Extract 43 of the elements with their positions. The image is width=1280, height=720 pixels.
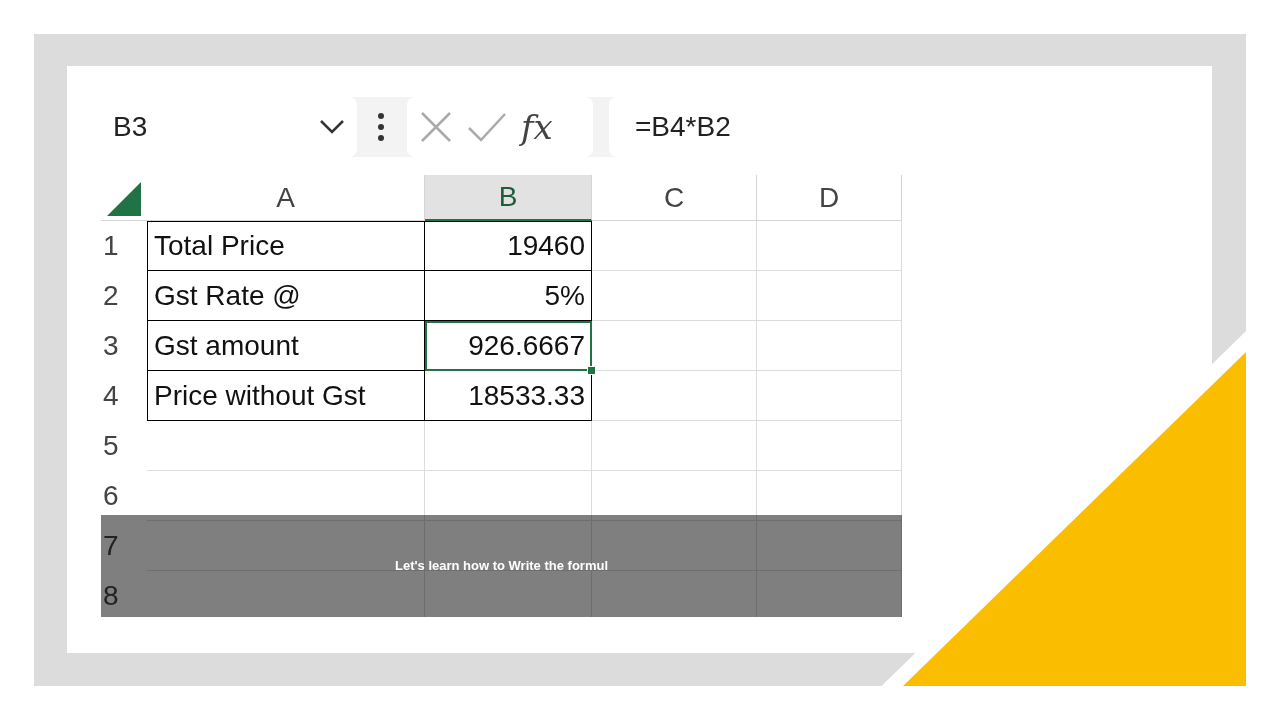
row-number: 1 bbox=[102, 229, 119, 263]
table-cell[interactable]: 18533.33 bbox=[425, 371, 592, 421]
table-cell[interactable] bbox=[757, 471, 902, 521]
cell-reference: B3 bbox=[113, 110, 148, 144]
table-cell[interactable]: Gst Rate @ bbox=[147, 271, 425, 321]
table-cell[interactable] bbox=[592, 471, 757, 521]
row-number: 8 bbox=[102, 579, 119, 613]
table-cell[interactable]: Price without Gst bbox=[147, 371, 425, 421]
table-cell[interactable] bbox=[147, 471, 425, 521]
row-number: 4 bbox=[102, 379, 119, 413]
fill-handle[interactable] bbox=[587, 366, 596, 375]
close-icon[interactable] bbox=[419, 110, 453, 144]
checkmark-icon[interactable] bbox=[467, 112, 507, 142]
table-cell[interactable] bbox=[757, 321, 902, 371]
table-cell[interactable]: Gst amount bbox=[147, 321, 425, 371]
chevron-down-icon bbox=[319, 119, 345, 135]
row-number: 7 bbox=[102, 529, 119, 563]
insert-function-button[interactable]: fx bbox=[521, 110, 553, 144]
table-cell[interactable] bbox=[757, 221, 902, 271]
row-number: 2 bbox=[102, 279, 119, 313]
table-cell[interactable]: Total Price bbox=[147, 221, 425, 271]
row-number: 3 bbox=[102, 329, 119, 363]
table-cell[interactable] bbox=[757, 421, 902, 471]
table-cell[interactable] bbox=[592, 371, 757, 421]
row-number: 5 bbox=[102, 429, 119, 463]
name-box[interactable]: B3 bbox=[101, 97, 357, 157]
table-cell[interactable]: 5% bbox=[425, 271, 592, 321]
table-cell[interactable]: 926.6667 bbox=[425, 321, 592, 371]
table-cell[interactable] bbox=[757, 271, 902, 321]
table-cell[interactable] bbox=[592, 421, 757, 471]
table-cell[interactable] bbox=[592, 271, 757, 321]
table-cell[interactable]: 19460 bbox=[425, 221, 592, 271]
table-cell[interactable] bbox=[592, 221, 757, 271]
row-number: 6 bbox=[102, 479, 119, 513]
table-cell[interactable] bbox=[425, 471, 592, 521]
table-cell[interactable] bbox=[425, 421, 592, 471]
more-options-icon[interactable] bbox=[377, 112, 385, 142]
column-header[interactable]: B bbox=[425, 175, 592, 221]
column-header[interactable]: D bbox=[757, 175, 902, 221]
select-all-icon[interactable] bbox=[107, 182, 141, 216]
column-header[interactable]: C bbox=[592, 175, 757, 221]
table-cell[interactable] bbox=[757, 371, 902, 421]
table-cell[interactable] bbox=[147, 421, 425, 471]
